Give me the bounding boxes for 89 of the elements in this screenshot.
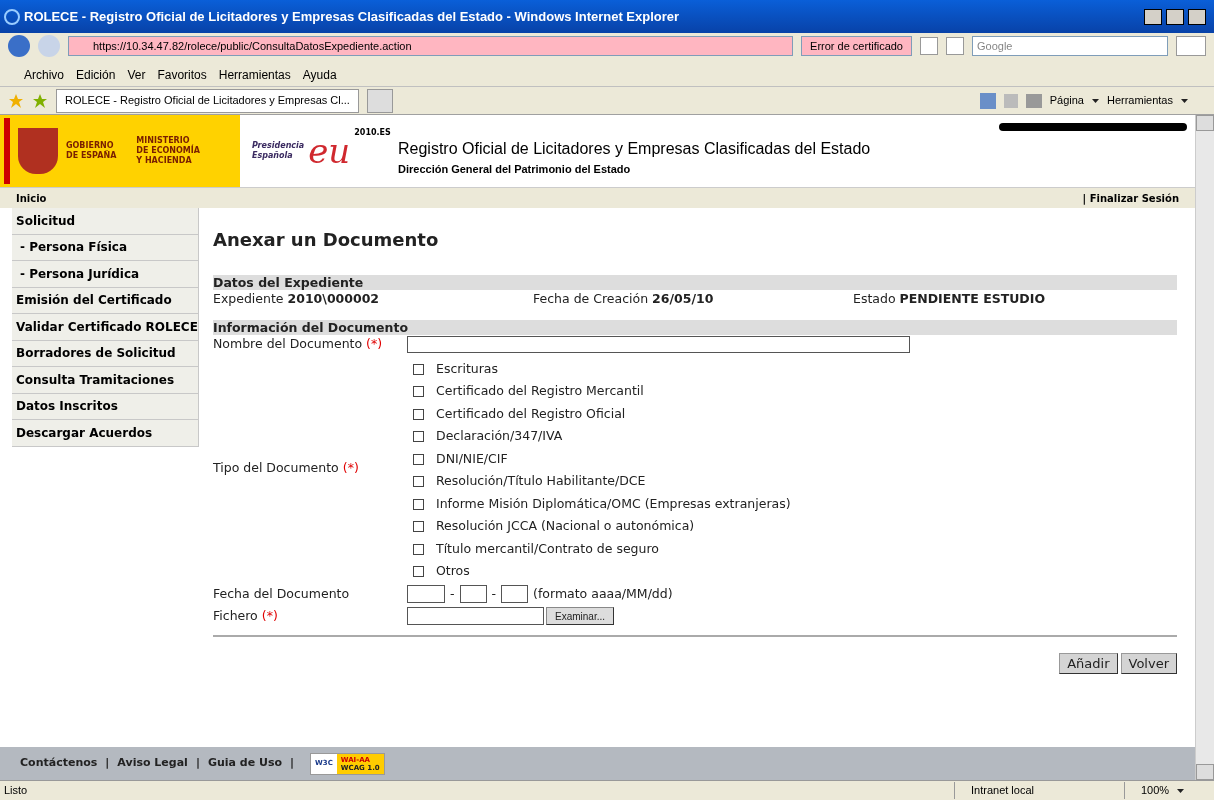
month-field[interactable] xyxy=(459,585,487,603)
date-separator: - xyxy=(450,584,455,603)
sidebar-item[interactable]: Datos Inscritos xyxy=(12,393,199,420)
home-link[interactable]: Inicio xyxy=(16,190,47,206)
footer-separator: | xyxy=(195,755,200,772)
checkbox-label: Título mercantil/Contrato de seguro xyxy=(436,539,659,558)
checkbox-label: Resolución/Título Habilitante/DCE xyxy=(436,472,646,491)
form-button[interactable]: Volver xyxy=(1120,653,1177,674)
year-field[interactable] xyxy=(407,585,445,603)
page-title: Anexar un Documento xyxy=(213,228,440,252)
checkbox[interactable] xyxy=(413,521,424,533)
checkbox-label: Otros xyxy=(436,562,470,581)
checkbox-label: DNI/NIE/CIF xyxy=(436,449,508,468)
menu-item[interactable]: Ver xyxy=(127,65,146,84)
section-heading: Datos del Expediente xyxy=(213,275,1177,290)
browse-button[interactable]: Examinar... xyxy=(546,607,615,625)
field-label: Fichero (*) xyxy=(213,606,279,625)
eu-year: 2010.ES xyxy=(354,127,391,139)
command-button[interactable]: Herramientas xyxy=(1106,92,1173,109)
checkbox[interactable] xyxy=(413,431,424,443)
checkbox[interactable] xyxy=(413,566,424,578)
sidebar-item[interactable]: - Persona Física xyxy=(12,234,199,261)
government-name: GOBIERNO DE ESPAÑA xyxy=(66,141,117,161)
checkbox-label: Declaración/347/IVA xyxy=(436,427,563,446)
checkbox-label: Certificado del Registro Oficial xyxy=(436,404,626,423)
checkbox[interactable] xyxy=(413,498,424,510)
caret-icon[interactable] xyxy=(1091,98,1099,103)
menu-item[interactable]: Ayuda xyxy=(302,65,337,84)
window-title: ROLECE - Registro Oficial de Licitadores y Empresas Clasificadas del Estado - Windows Internet Explorer xyxy=(24,7,681,26)
presidency-label: Presidencia Española xyxy=(252,141,305,161)
footer-separator: | xyxy=(105,755,110,772)
star-icon[interactable] xyxy=(32,92,48,109)
section-heading: Información del Documento xyxy=(213,320,1177,335)
field-label: Fecha del Documento xyxy=(213,584,351,603)
date-format-hint: (formato aaaa/MM/dd) xyxy=(533,584,673,603)
command-button[interactable]: Página xyxy=(1049,92,1084,109)
date-separator: - xyxy=(491,584,497,603)
menu-item[interactable]: Archivo xyxy=(24,65,64,84)
footer-link[interactable]: Contáctenos xyxy=(20,755,98,772)
menu-item[interactable]: Herramientas xyxy=(218,65,291,84)
field-label: Tipo del Documento (*) xyxy=(213,459,359,478)
ministry-name: MINISTERIO DE ECONOMÍA Y HACIENDA xyxy=(136,136,200,166)
sidebar-item[interactable]: - Persona Jurídica xyxy=(12,261,199,288)
required-mark: (*) xyxy=(261,607,278,623)
zone-indicator: Intranet local xyxy=(954,782,1124,799)
document-name-field[interactable] xyxy=(407,336,910,353)
checkbox[interactable] xyxy=(413,453,424,465)
form-button[interactable]: Añadir xyxy=(1059,653,1118,674)
caret-icon[interactable] xyxy=(1177,788,1185,793)
browser-tab[interactable]: ROLECE - Registro Oficial de Licitadores y Empresas Cl... xyxy=(56,88,359,113)
checkbox-label: Certificado del Registro Mercantil xyxy=(436,382,644,401)
checkbox-label: Informe Misión Diplomática/OMC (Empresas extranjeras) xyxy=(436,494,791,513)
sidebar-item[interactable]: Validar Certificado ROLECE xyxy=(12,314,199,341)
expediente-field: Estado PENDIENTE ESTUDIO xyxy=(853,290,1173,307)
sidebar-item[interactable]: Consulta Tramitaciones xyxy=(12,367,199,394)
sidebar-item[interactable]: Emisión del Certificado xyxy=(12,287,199,314)
address-field[interactable]: https://10.34.47.82/rolece/public/ConsultaDatosExpediente.action xyxy=(68,36,794,56)
caret-icon[interactable] xyxy=(1181,98,1188,103)
menu-item[interactable]: Favoritos xyxy=(157,65,207,84)
sidebar-item[interactable]: Descargar Acuerdos xyxy=(12,420,199,447)
checkbox[interactable] xyxy=(413,408,424,420)
sidebar-item[interactable]: Borradores de Solicitud xyxy=(12,340,199,367)
search-field[interactable]: Google xyxy=(972,36,1168,56)
logout-link[interactable]: | Finalizar Sesión xyxy=(1082,190,1179,206)
eu-logo: eu xyxy=(308,134,351,168)
status-text: Listo xyxy=(3,783,29,799)
checkbox[interactable] xyxy=(413,386,424,398)
required-mark: (*) xyxy=(342,460,359,476)
checkbox[interactable] xyxy=(413,476,424,488)
expediente-field: Expediente 2010\000002 xyxy=(213,290,533,307)
footer-link[interactable]: Guia de Uso xyxy=(207,755,283,772)
star-icon[interactable] xyxy=(8,92,24,109)
site-title: Registro Oficial de Licitadores y Empresas Clasificadas del Estado xyxy=(398,138,872,159)
footer-link[interactable]: Aviso Legal xyxy=(117,755,188,772)
checkbox-label: Escrituras xyxy=(436,359,499,378)
expediente-field: Fecha de Creación 26/05/10 xyxy=(533,290,853,307)
required-mark: (*) xyxy=(366,336,383,352)
day-field[interactable] xyxy=(501,585,529,603)
checkbox-label: Resolución JCCA (Nacional o autonómica) xyxy=(436,517,695,536)
footer-separator: | xyxy=(290,755,295,772)
checkbox[interactable] xyxy=(413,363,424,375)
certificate-error[interactable]: Error de certificado xyxy=(801,36,912,56)
field-label: Nombre del Documento (*) xyxy=(213,335,384,354)
checkbox[interactable] xyxy=(413,543,424,555)
site-subtitle: Dirección General del Patrimonio del Estado xyxy=(398,161,632,177)
file-field[interactable] xyxy=(407,607,544,625)
menu-item[interactable]: Edición xyxy=(76,65,116,84)
sidebar-item[interactable]: Solicitud xyxy=(12,208,199,235)
zoom-level[interactable]: 100% xyxy=(1141,782,1170,799)
